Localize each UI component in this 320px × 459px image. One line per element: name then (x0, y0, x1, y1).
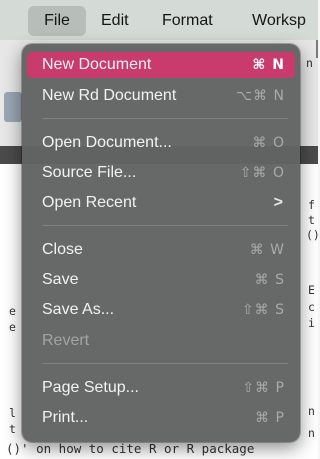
menu-workspace[interactable]: Worksp (252, 6, 306, 36)
menu-file[interactable]: File (28, 6, 86, 36)
shortcut-command-o: ⌘ O (252, 135, 285, 151)
shortcut-command-p: ⌘ P (255, 410, 285, 426)
console-fragment: f (308, 198, 315, 212)
background-edge (316, 40, 318, 58)
menu-item-save[interactable]: Save ⌘ S (27, 267, 295, 293)
menu-item-label: New Document (42, 56, 152, 73)
file-menu-dropdown: New Document ⌘ N New Rd Document ⌥⌘ N Op… (22, 44, 300, 442)
menu-edit[interactable]: Edit (101, 6, 129, 36)
shortcut-shift-command-s: ⇧⌘ S (241, 302, 285, 318)
console-fragment: n (308, 404, 315, 418)
shortcut-shift-command-o: ⇧⌘ O (239, 165, 285, 181)
menu-item-label: Page Setup... (42, 379, 139, 396)
menu-item-open-document[interactable]: Open Document... ⌘ O (27, 130, 295, 156)
console-fragment: n (308, 426, 315, 440)
shortcut-command-w: ⌘ W (249, 242, 285, 258)
menu-item-label: Save As... (42, 301, 115, 318)
console-fragment: () (306, 228, 320, 242)
console-fragment: n (306, 56, 313, 70)
shortcut-option-command-n: ⌥⌘ N (235, 88, 285, 104)
shortcut-command-n: ⌘ N (252, 57, 285, 73)
console-line: ()' on how to cite R or R package (6, 441, 255, 456)
menu-item-label: Open Recent (42, 194, 137, 211)
console-fragment: i (308, 316, 315, 330)
menu-separator (42, 363, 288, 364)
console-fragment: c (308, 300, 315, 314)
menu-item-label: Open Document... (42, 134, 172, 151)
menu-item-revert: Revert (27, 328, 295, 354)
console-fragment: t (308, 213, 315, 227)
shortcut-command-s: ⌘ S (254, 272, 285, 288)
menu-item-new-document[interactable]: New Document ⌘ N (27, 52, 295, 78)
console-fragment: e (9, 320, 16, 334)
menu-item-page-setup[interactable]: Page Setup... ⇧⌘ P (27, 375, 295, 401)
menu-bar: File Edit Format Worksp (0, 0, 318, 40)
menu-item-label: New Rd Document (42, 87, 177, 104)
console-fragment: l (9, 406, 16, 420)
menu-separator (42, 118, 288, 119)
menu-item-save-as[interactable]: Save As... ⇧⌘ S (27, 297, 295, 323)
menu-item-print[interactable]: Print... ⌘ P (27, 405, 295, 431)
menu-item-label: Revert (42, 332, 90, 349)
chevron-right-icon: > (273, 194, 283, 211)
menu-item-label: Print... (42, 409, 89, 426)
console-fragment: t (9, 422, 16, 436)
menu-format[interactable]: Format (162, 6, 213, 36)
menu-item-label: Close (42, 241, 83, 258)
menu-separator (42, 225, 288, 226)
menu-item-label: Save (42, 271, 79, 288)
toolbar-document-icon (4, 92, 22, 122)
menu-item-new-rd-document[interactable]: New Rd Document ⌥⌘ N (27, 83, 295, 109)
menu-item-close[interactable]: Close ⌘ W (27, 237, 295, 263)
shortcut-shift-command-p: ⇧⌘ P (242, 380, 285, 396)
menu-item-open-recent[interactable]: Open Recent > (27, 190, 295, 216)
console-fragment: e (9, 304, 16, 318)
menu-item-source-file[interactable]: Source File... ⇧⌘ O (27, 160, 295, 186)
menu-item-label: Source File... (42, 164, 137, 181)
console-fragment: E (308, 283, 315, 297)
